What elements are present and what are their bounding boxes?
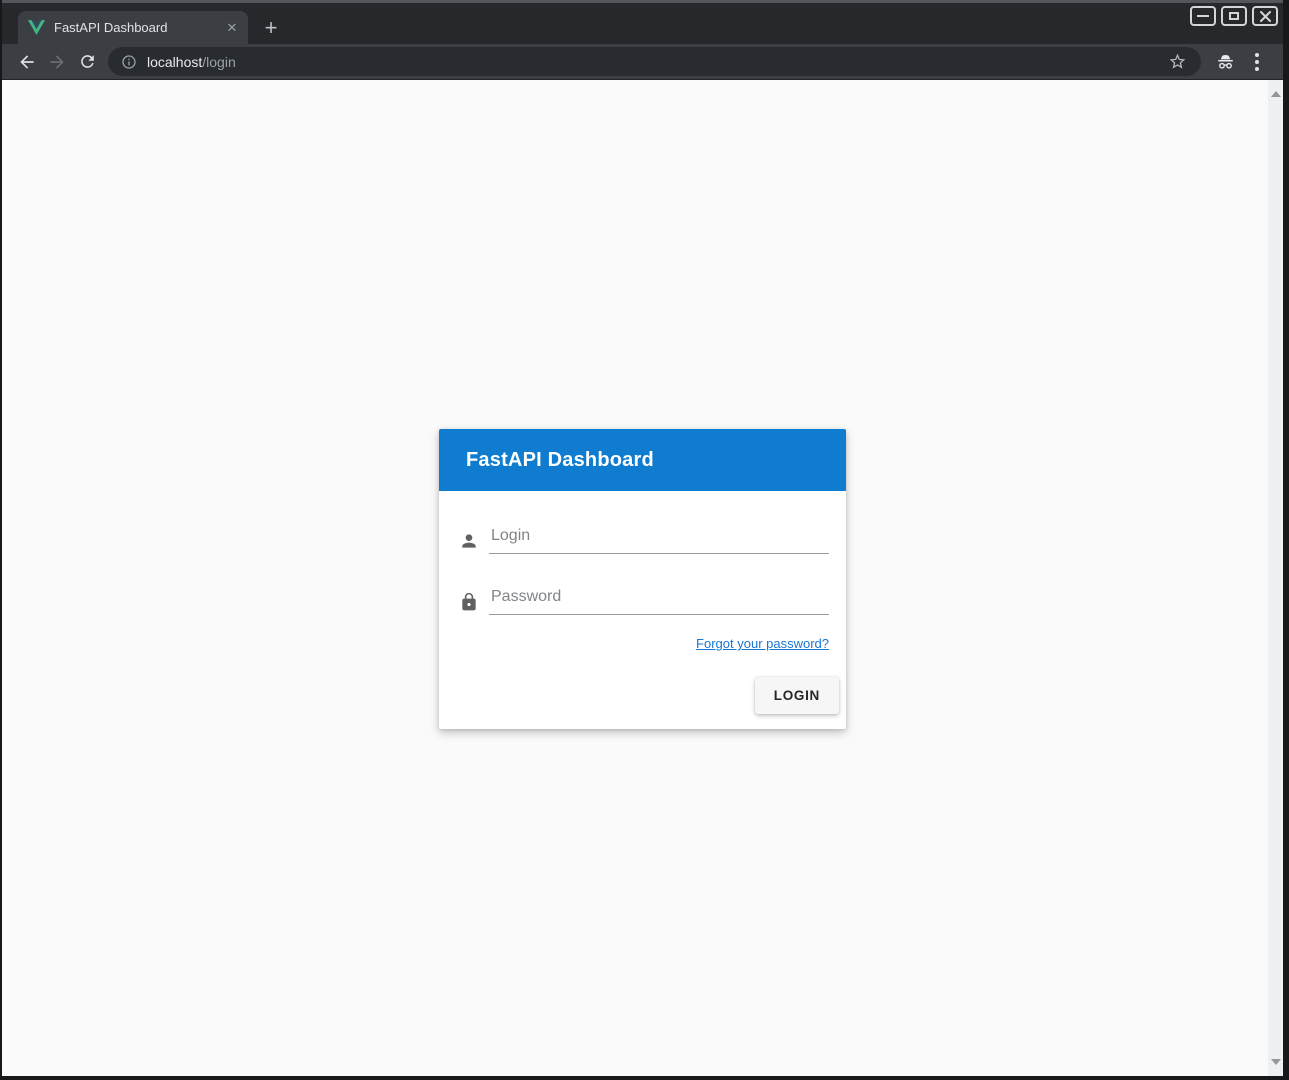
back-arrow-icon: [17, 52, 37, 72]
reload-button[interactable]: [72, 47, 102, 77]
login-button[interactable]: LOGIN: [755, 677, 839, 714]
page-scrollbar[interactable]: [1268, 80, 1283, 1076]
lock-icon: [459, 592, 479, 612]
password-field-row: [459, 588, 829, 615]
browser-window: FastAPI Dashboard ✕ +: [2, 0, 1283, 1076]
bookmark-star-button[interactable]: [1161, 47, 1193, 77]
login-card-body: Forgot your password? LOGIN: [439, 491, 846, 729]
login-card-title: FastAPI Dashboard: [466, 449, 654, 472]
scrollbar-down-arrow-icon[interactable]: [1271, 1059, 1281, 1065]
login-button-row: LOGIN: [459, 677, 829, 721]
maximize-button[interactable]: [1221, 6, 1247, 26]
forward-arrow-icon: [47, 52, 67, 72]
address-bar[interactable]: localhost/login: [108, 47, 1201, 76]
login-card-header: FastAPI Dashboard: [439, 429, 846, 491]
close-icon: [1260, 11, 1271, 22]
scrollbar-up-arrow-icon[interactable]: [1271, 91, 1281, 97]
back-button[interactable]: [12, 47, 42, 77]
minimize-icon: [1197, 15, 1209, 17]
login-input[interactable]: [489, 527, 829, 554]
forgot-password-row: Forgot your password?: [459, 635, 829, 653]
incognito-indicator: [1209, 47, 1241, 77]
incognito-icon: [1215, 51, 1236, 72]
url-path: /login: [202, 54, 235, 70]
page-info-icon[interactable]: [121, 54, 137, 70]
url-text: localhost/login: [147, 54, 236, 70]
url-host: localhost: [147, 54, 202, 70]
vue-favicon-icon: [28, 20, 45, 35]
new-tab-button[interactable]: +: [256, 11, 286, 44]
page-content: FastAPI Dashboard Forgot your passwo: [2, 80, 1283, 1076]
browser-tab[interactable]: FastAPI Dashboard ✕: [18, 11, 248, 44]
window-controls: [1190, 6, 1278, 26]
minimize-button[interactable]: [1190, 6, 1216, 26]
password-input[interactable]: [489, 588, 829, 615]
browser-toolbar: localhost/login: [2, 44, 1283, 80]
login-field-row: [459, 527, 829, 554]
tab-close-icon[interactable]: ✕: [222, 18, 242, 38]
forgot-password-link[interactable]: Forgot your password?: [696, 636, 829, 651]
browser-menu-button[interactable]: [1241, 47, 1273, 77]
login-card: FastAPI Dashboard Forgot your passwo: [439, 429, 846, 729]
reload-icon: [78, 52, 97, 71]
kebab-menu-icon: [1255, 53, 1259, 71]
forward-button[interactable]: [42, 47, 72, 77]
close-window-button[interactable]: [1252, 6, 1278, 26]
person-icon: [459, 531, 479, 551]
star-icon: [1168, 52, 1187, 71]
maximize-icon: [1229, 12, 1239, 20]
tab-strip: FastAPI Dashboard ✕ +: [2, 3, 1283, 44]
tab-title: FastAPI Dashboard: [54, 20, 222, 35]
